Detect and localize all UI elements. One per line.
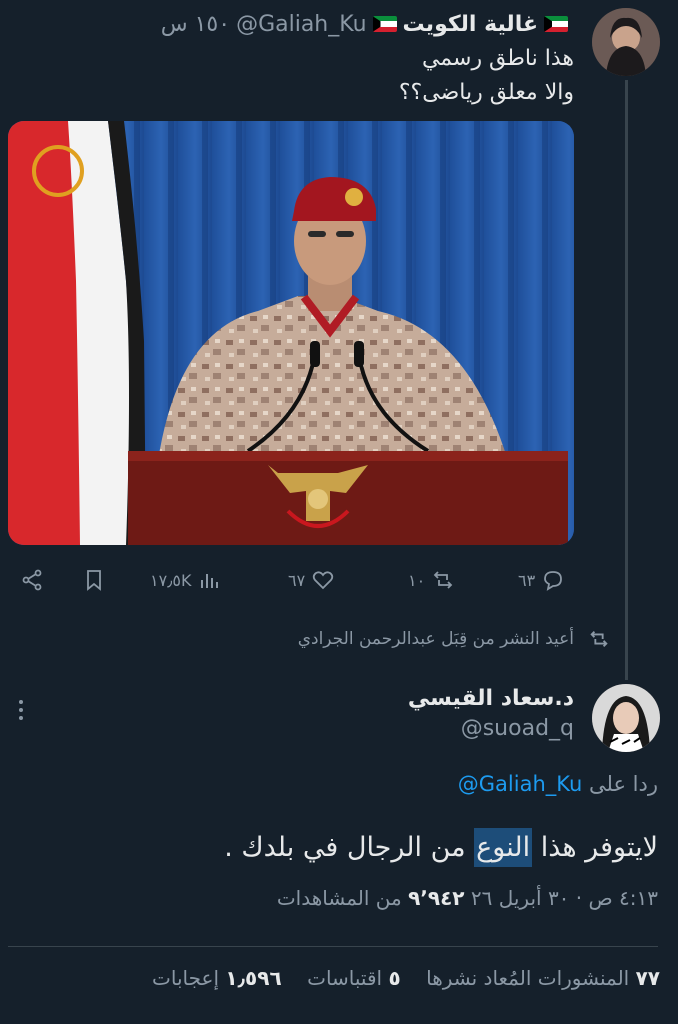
bookmark-icon bbox=[87, 570, 101, 591]
bookmark-button[interactable] bbox=[82, 560, 106, 600]
avatar-suoad[interactable] bbox=[592, 684, 660, 752]
tweet1-actions: ١٧٫٥K ٦٧ ١٠ ٦٣ bbox=[20, 560, 580, 600]
tweet1-line: والا معلق رياضى؟؟ bbox=[398, 80, 574, 105]
retweet-button[interactable]: ١٠ bbox=[408, 560, 455, 600]
views-count: ١٧٫٥K bbox=[150, 570, 192, 590]
tweet2-text-highlight: النوع bbox=[474, 828, 533, 867]
share-icon bbox=[22, 569, 42, 591]
share-button[interactable] bbox=[20, 560, 44, 600]
tweet2-timestamp[interactable]: ٤:١٣ ص · ٣٠ أبريل ٢٦ bbox=[471, 886, 658, 910]
stat-quotes-count: ٥ bbox=[388, 966, 401, 990]
replying-prefix: ردا على bbox=[589, 772, 658, 796]
tweet2-text-end: من الرجال في بلدك . bbox=[224, 832, 475, 863]
kuwait-flag-icon bbox=[544, 16, 568, 32]
tweet1-text: هذا ناطق رسمي والا معلق رياضى؟؟ bbox=[114, 42, 574, 110]
stat-retweets-count: ٧٧ bbox=[635, 966, 660, 990]
stat-likes[interactable]: ١٫٥٩٦ إعجابات bbox=[152, 966, 282, 990]
likes-count: ٦٧ bbox=[288, 570, 306, 590]
retweets-count: ١٠ bbox=[408, 570, 426, 590]
stat-likes-count: ١٫٥٩٦ bbox=[225, 966, 282, 990]
retweeted-icon bbox=[590, 631, 608, 647]
tweet1-photo[interactable] bbox=[8, 121, 574, 545]
more-dots-icon bbox=[19, 700, 23, 720]
views-chart-icon bbox=[201, 574, 219, 588]
tweet1-handle[interactable]: @Galiah_Ku bbox=[236, 12, 366, 37]
replying-to: ردا على @Galiah_Ku bbox=[458, 772, 658, 796]
kuwait-flag-icon bbox=[372, 16, 397, 32]
stat-retweets-label: المنشورات المُعاد نشرها bbox=[426, 966, 630, 990]
tweet2-meta: ٤:١٣ ص · ٣٠ أبريل ٢٦ ٩٬٩٤٢ من المشاهدات bbox=[277, 886, 658, 910]
stat-likes-label: إعجابات bbox=[152, 966, 219, 990]
tweet2-text: لايتوفر هذا النوع من الرجال في بلدك . bbox=[224, 828, 658, 868]
views-button[interactable]: ١٧٫٥K bbox=[150, 560, 221, 600]
tweet1-time[interactable]: ١٥٠ س bbox=[161, 12, 230, 37]
tweet2-author-name[interactable]: د.سعاد القيسي bbox=[408, 686, 574, 711]
reply-bubble-icon bbox=[544, 571, 563, 591]
stat-quotes-label: اقتباسات bbox=[307, 966, 383, 990]
thread-line bbox=[625, 80, 628, 680]
tweet2-views-label: من المشاهدات bbox=[276, 886, 402, 910]
retweet-icon bbox=[433, 571, 453, 589]
stat-quotes[interactable]: ٥ اقتباسات bbox=[307, 966, 401, 990]
reply-button[interactable]: ٦٣ bbox=[518, 560, 565, 600]
retweeted-by-label[interactable]: أعيد النشر من قِبَل عبدالرحمن الجرادي bbox=[298, 626, 574, 652]
divider bbox=[8, 946, 658, 947]
avatar-galiah[interactable] bbox=[592, 8, 660, 76]
more-options-button[interactable] bbox=[16, 698, 26, 728]
like-button[interactable]: ٦٧ bbox=[288, 560, 335, 600]
tweet1-line: هذا ناطق رسمي bbox=[421, 46, 574, 71]
tweet1-header: غالية الكويت @Galiah_Ku ١٥٠ س bbox=[161, 8, 568, 40]
tweet2-text-start: لايتوفر هذا bbox=[532, 832, 658, 863]
stat-retweets[interactable]: ٧٧ المنشورات المُعاد نشرها bbox=[426, 966, 660, 990]
tweet2-views-count: ٩٬٩٤٢ bbox=[408, 886, 465, 910]
replies-count: ٦٣ bbox=[518, 570, 536, 590]
tweet1-author-name[interactable]: غالية الكويت bbox=[403, 12, 538, 37]
replying-to-handle[interactable]: @Galiah_Ku bbox=[458, 772, 583, 796]
tweet2-handle[interactable]: @suoad_q bbox=[461, 716, 574, 741]
heart-icon bbox=[313, 571, 334, 590]
tweet2-stats: ٧٧ المنشورات المُعاد نشرها ٥ اقتباسات ١٫… bbox=[152, 966, 660, 990]
